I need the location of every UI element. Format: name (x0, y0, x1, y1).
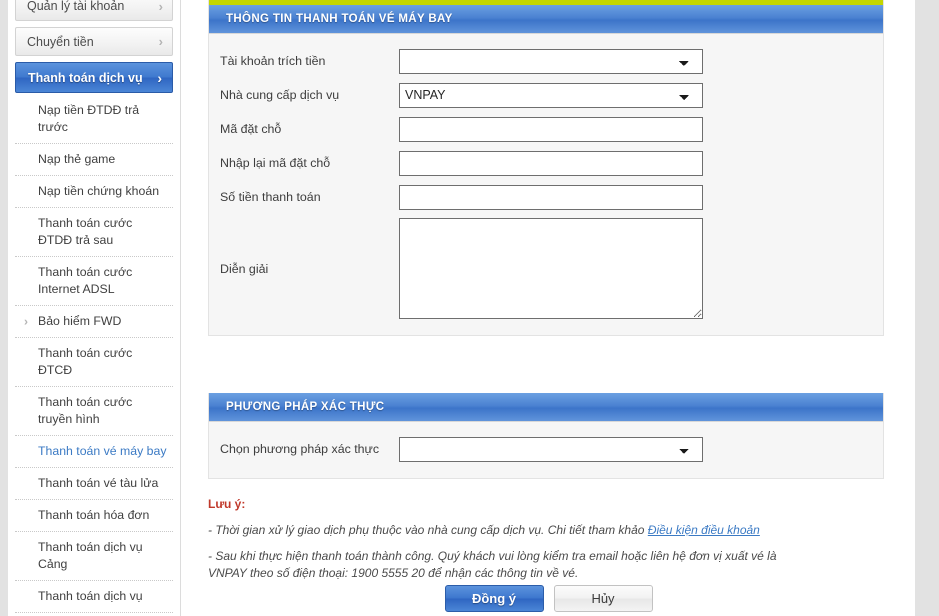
booking-code-confirm-label: Nhập lại mã đặt chỗ (220, 156, 331, 170)
chevron-right-icon: › (158, 0, 163, 14)
sidebar-subitem-service[interactable]: Thanh toán dịch vụ (15, 581, 173, 613)
auth-panel-title: PHƯƠNG PHÁP XÁC THỰC (209, 393, 883, 422)
form-row-amount: Số tiền thanh toán (209, 180, 883, 214)
sidebar-item-label: Quản lý tài khoản (27, 0, 125, 13)
payment-info-panel: THÔNG TIN THANH TOÁN VÉ MÁY BAY Tài khoả… (208, 0, 884, 336)
sidebar-subitem-fixed-line[interactable]: Thanh toán cước ĐTCĐ (15, 338, 173, 387)
sidebar-subitem-train-ticket[interactable]: Thanh toán vé tàu lửa (15, 468, 173, 500)
payment-panel-body: Tài khoản trích tiền Nhà cung cấp dịch v… (209, 34, 883, 335)
sidebar-item-transfer[interactable]: Chuyển tiền › (15, 27, 173, 56)
sidebar-subitem-label: Nạp thẻ game (38, 152, 116, 166)
form-row-booking-code-confirm: Nhập lại mã đặt chỗ (209, 146, 883, 180)
sidebar-item-label: Chuyển tiền (27, 34, 94, 49)
auth-method-panel: PHƯƠNG PHÁP XÁC THỰC Chọn phương pháp xá… (208, 393, 884, 479)
form-row-service-provider: Nhà cung cấp dịch vụ VNPAY (209, 78, 883, 112)
sidebar-subitem-label: Thanh toán vé máy bay (38, 444, 167, 458)
chevron-right-icon: › (157, 69, 162, 86)
form-row-description: Diễn giải (209, 214, 883, 323)
source-account-label: Tài khoản trích tiền (220, 54, 326, 68)
amount-label: Số tiền thanh toán (220, 190, 321, 204)
sidebar-subitem-label: Thanh toán dịch vụ Cảng (38, 540, 143, 571)
sidebar-subitem-label: Thanh toán vé tàu lửa (38, 476, 159, 490)
sidebar-subitem-label: Thanh toán cước Internet ADSL (38, 265, 133, 296)
description-label: Diễn giải (220, 261, 269, 276)
terms-and-conditions-link[interactable]: Điều kiện điều khoản (648, 523, 760, 537)
right-gutter (915, 0, 939, 616)
booking-code-label: Mã đặt chỗ (220, 122, 282, 136)
notes-section: Lưu ý: - Thời gian xử lý giao dịch phụ t… (208, 497, 908, 591)
form-row-source-account: Tài khoản trích tiền (209, 44, 883, 78)
form-row-auth-method: Chọn phương pháp xác thực (209, 432, 883, 466)
sidebar-subitem-label: Thanh toán cước truyền hình (38, 395, 133, 426)
booking-code-input[interactable] (399, 116, 703, 142)
sidebar-subitem-label: Nạp tiền ĐTDĐ trả trước (38, 103, 140, 134)
main-content: THÔNG TIN THANH TOÁN VÉ MÁY BAY Tài khoả… (182, 0, 915, 616)
sidebar-item-label: Thanh toán dịch vụ (28, 70, 143, 85)
sidebar-subitem-prepaid-topup[interactable]: Nạp tiền ĐTDĐ trả trước (15, 95, 173, 144)
auth-method-label: Chọn phương pháp xác thực (220, 442, 380, 456)
chevron-right-icon: › (158, 34, 163, 49)
sidebar-subitem-invoice[interactable]: Thanh toán hóa đơn (15, 500, 173, 532)
service-provider-label: Nhà cung cấp dịch vụ (220, 88, 340, 102)
sidebar-subitem-television[interactable]: Thanh toán cước truyền hình (15, 387, 173, 436)
description-textarea[interactable] (399, 218, 703, 319)
booking-code-confirm-input[interactable] (399, 150, 703, 176)
note-line-1-text: - Thời gian xử lý giao dịch phụ thuộc và… (208, 523, 648, 537)
amount-input[interactable] (399, 184, 703, 210)
chevron-right-icon: › (24, 314, 28, 328)
confirm-button[interactable]: Đồng ý (444, 585, 544, 612)
sidebar-subitem-postpaid-mobile[interactable]: Thanh toán cước ĐTDĐ trả sau (15, 208, 173, 257)
auth-panel-body: Chọn phương pháp xác thực (209, 422, 883, 478)
left-gutter (0, 0, 8, 616)
sidebar-item-service-payment-active[interactable]: Thanh toán dịch vụ › (15, 62, 173, 93)
sidebar-subitem-label: Thanh toán cước ĐTDĐ trả sau (38, 216, 133, 247)
sidebar-subitem-securities-topup[interactable]: Nạp tiền chứng khoán (15, 176, 173, 208)
sidebar: Quản lý tài khoản › Chuyển tiền › Thanh … (8, 0, 181, 616)
service-provider-select[interactable]: VNPAY (399, 82, 703, 108)
sidebar-subitem-label: Thanh toán hóa đơn (38, 508, 150, 522)
sidebar-subitem-flight-ticket[interactable]: Thanh toán vé máy bay (15, 436, 173, 468)
sidebar-item-account-management[interactable]: Quản lý tài khoản › (15, 0, 173, 21)
page-root: Quản lý tài khoản › Chuyển tiền › Thanh … (0, 0, 939, 616)
sidebar-subitem-label: Thanh toán dịch vụ (38, 589, 143, 603)
source-account-select[interactable] (399, 48, 703, 74)
sidebar-subitem-label: Thanh toán cước ĐTCĐ (38, 346, 133, 377)
sidebar-subitem-port-service[interactable]: Thanh toán dịch vụ Cảng (15, 532, 173, 581)
sidebar-subitem-insurance-fwd[interactable]: › Bảo hiểm FWD (15, 306, 173, 338)
action-button-row: Đồng ý Hủy (182, 585, 915, 612)
form-row-booking-code: Mã đặt chỗ (209, 112, 883, 146)
sidebar-submenu: Nạp tiền ĐTDĐ trả trước Nạp thẻ game Nạp… (15, 95, 173, 616)
sidebar-subitem-internet-adsl[interactable]: Thanh toán cước Internet ADSL (15, 257, 173, 306)
sidebar-subitem-game-card[interactable]: Nạp thẻ game (15, 144, 173, 176)
auth-method-select[interactable] (399, 436, 703, 462)
sidebar-subitem-label: Bảo hiểm FWD (38, 314, 122, 328)
note-line-2: - Sau khi thực hiện thanh toán thành côn… (208, 549, 777, 580)
payment-panel-title: THÔNG TIN THANH TOÁN VÉ MÁY BAY (209, 5, 883, 34)
cancel-button[interactable]: Hủy (553, 585, 653, 612)
note-line-1: - Thời gian xử lý giao dịch phụ thuộc và… (208, 522, 802, 539)
notes-title: Lưu ý: (208, 497, 246, 511)
sidebar-subitem-label: Nạp tiền chứng khoán (38, 184, 160, 198)
